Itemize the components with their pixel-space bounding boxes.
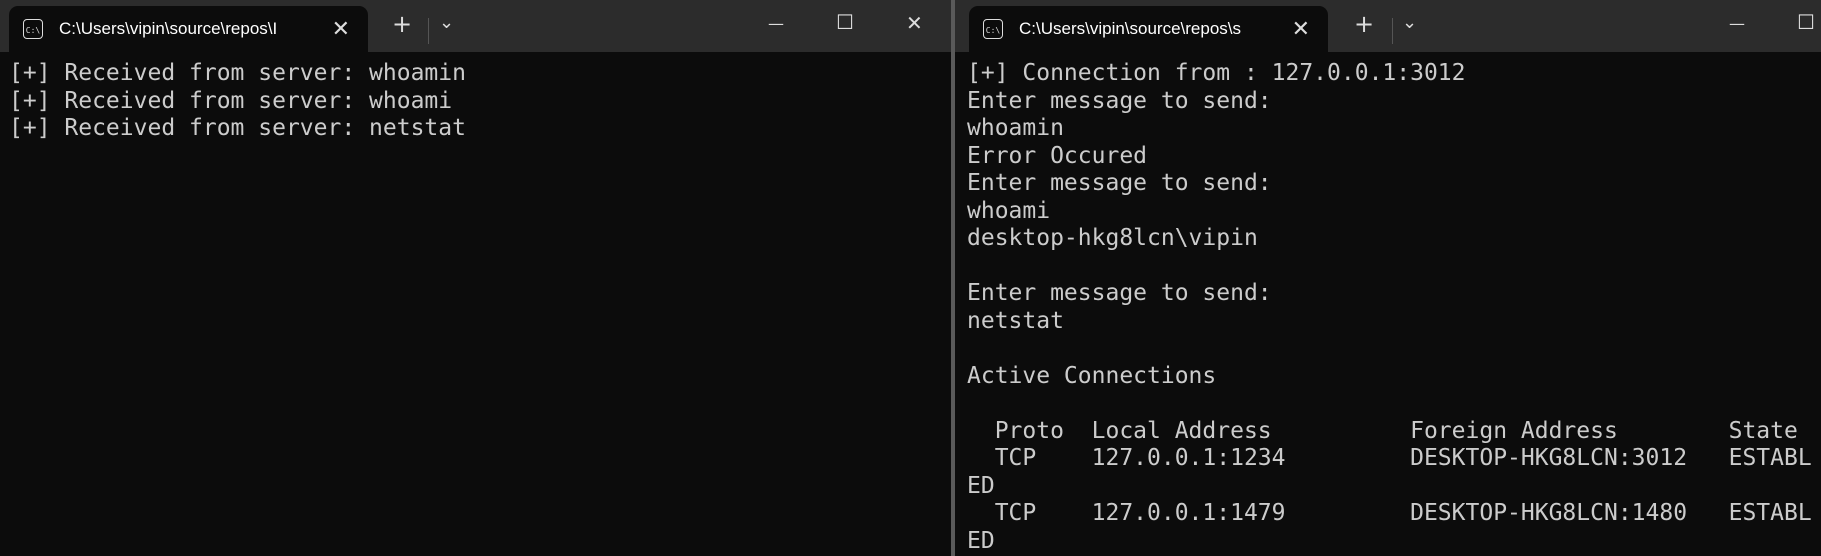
output-line: [+] Connection from : 127.0.0.1:3012 xyxy=(967,60,1466,86)
minimize-button[interactable]: — xyxy=(768,14,784,33)
output-line: ED xyxy=(967,527,995,554)
close-window-button[interactable]: ✕ xyxy=(906,11,923,35)
output-line: [+] Received from server: netstat xyxy=(9,115,466,141)
title-bar: C:\ C:\Users\vipin\source\repos\I ✕ + ⌄ … xyxy=(0,0,951,52)
tab-dropdown-button[interactable]: ⌄ xyxy=(1402,12,1417,33)
separator xyxy=(1392,18,1393,44)
tab-title: C:\Users\vipin\source\repos\s xyxy=(1019,19,1242,38)
netstat-header-row: Proto Local Address Foreign Address Stat… xyxy=(967,417,1798,444)
output-line: Active Connections xyxy=(967,362,1217,389)
maximize-button[interactable]: ☐ xyxy=(836,10,854,34)
new-tab-button[interactable]: + xyxy=(1354,10,1374,38)
output-line: Enter message to send: xyxy=(967,87,1272,114)
separator xyxy=(428,18,429,44)
output-line: [+] Received from server: whoami xyxy=(9,87,453,114)
output-line: Enter message to send: xyxy=(967,170,1272,196)
maximize-button[interactable]: ☐ xyxy=(1797,10,1815,34)
output-line: [+] Received from server: whoamin xyxy=(9,60,466,86)
close-tab-icon[interactable]: ✕ xyxy=(1292,16,1310,42)
new-tab-button[interactable]: + xyxy=(392,10,412,38)
title-bar: C:\ C:\Users\vipin\source\repos\s ✕ + ⌄ … xyxy=(955,0,1821,52)
output-line: whoamin xyxy=(967,115,1064,141)
netstat-row: TCP 127.0.0.1:1234 DESKTOP-HKG8LCN:3012 … xyxy=(967,445,1812,471)
output-line: Enter message to send: xyxy=(967,280,1272,306)
minimize-button[interactable]: — xyxy=(1729,14,1745,33)
output-line: ED xyxy=(967,472,995,499)
close-tab-icon[interactable]: ✕ xyxy=(332,16,350,42)
terminal-window-server: C:\ C:\Users\vipin\source\repos\s ✕ + ⌄ … xyxy=(955,0,1821,556)
cmd-icon: C:\ xyxy=(983,19,1003,39)
tab-dropdown-button[interactable]: ⌄ xyxy=(439,12,454,33)
netstat-row: TCP 127.0.0.1:1479 DESKTOP-HKG8LCN:1480 … xyxy=(967,500,1812,526)
output-line: whoami xyxy=(967,197,1051,224)
cmd-icon: C:\ xyxy=(23,19,43,39)
tab-server[interactable]: C:\ C:\Users\vipin\source\repos\s ✕ xyxy=(969,6,1328,52)
output-line: desktop-hkg8lcn\vipin xyxy=(967,225,1258,251)
terminal-output[interactable]: [+] Received from server: whoamin [+] Re… xyxy=(9,60,466,143)
terminal-window-client: C:\ C:\Users\vipin\source\repos\I ✕ + ⌄ … xyxy=(0,0,951,556)
terminal-output[interactable]: [+] Connection from : 127.0.0.1:3012 Ent… xyxy=(967,60,1812,555)
output-line: Error Occured xyxy=(967,142,1148,169)
tab-title: C:\Users\vipin\source\repos\I xyxy=(59,19,278,38)
tab-client[interactable]: C:\ C:\Users\vipin\source\repos\I ✕ xyxy=(9,6,368,52)
output-line: netstat xyxy=(967,307,1064,334)
